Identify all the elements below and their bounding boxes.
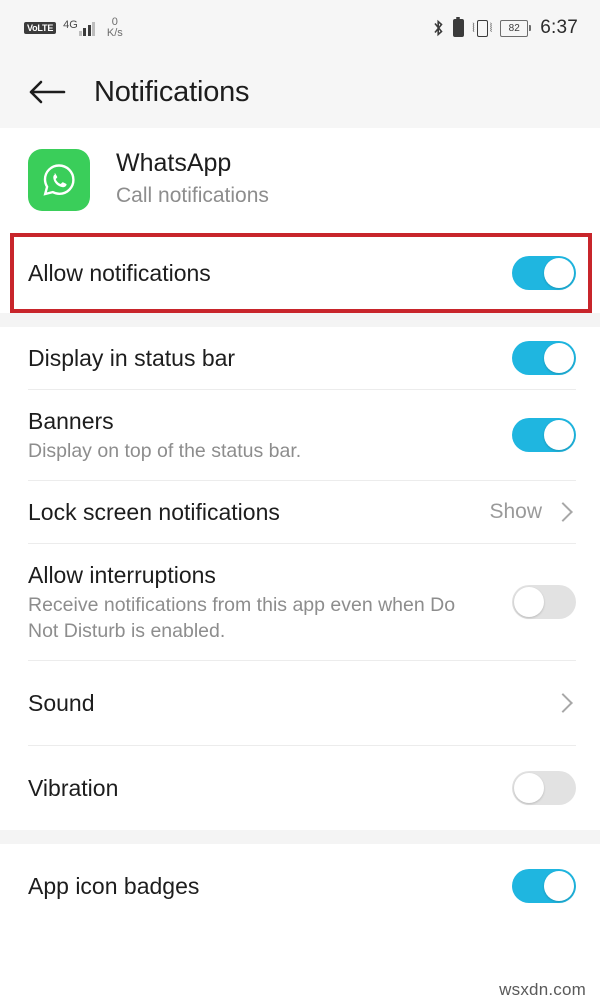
row-control: Show <box>489 500 576 524</box>
row-title: Sound <box>28 690 95 716</box>
battery-percent-label: 82 <box>500 19 532 37</box>
row-lock-screen-notifications[interactable]: Lock screen notifications Show <box>0 481 600 543</box>
row-title: Allow interruptions <box>28 562 216 588</box>
battery-solid-icon <box>453 17 465 37</box>
toggle-display-in-status-bar[interactable] <box>512 341 576 375</box>
row-subtitle: Receive notifications from this app even… <box>28 594 456 642</box>
app-channel-label: Call notifications <box>116 184 269 207</box>
app-header: WhatsApp Call notifications <box>0 128 600 233</box>
toggle-app-icon-badges[interactable] <box>512 869 576 903</box>
status-bar-clock: 6:37 <box>540 17 578 38</box>
row-title: Allow notifications <box>28 260 211 286</box>
toggle-banners[interactable] <box>512 418 576 452</box>
row-subtitle: Display on top of the status bar. <box>28 440 302 462</box>
volte-badge: VoLTE <box>24 22 57 34</box>
row-title: Vibration <box>28 775 119 801</box>
page-title: Notifications <box>94 75 250 108</box>
highlight-wrapper: Allow notifications <box>0 233 600 313</box>
row-app-icon-badges[interactable]: App icon badges <box>0 844 600 928</box>
app-bar: Notifications <box>0 56 600 128</box>
signal-bars-icon <box>78 21 97 36</box>
row-allow-notifications[interactable]: Allow notifications <box>0 233 600 313</box>
network-signal-group: 4G <box>63 20 97 36</box>
row-text: Display in status bar <box>28 327 235 389</box>
toggle-vibration[interactable] <box>512 771 576 805</box>
row-text: Allow interruptions Receive notification… <box>28 544 468 660</box>
chevron-right-icon <box>553 693 573 713</box>
row-text: Vibration <box>28 757 118 819</box>
status-bar-right: ⦚ ⦚ 82 6:37 <box>424 17 578 39</box>
data-rate-indicator: 0 K/s <box>107 17 123 39</box>
row-title: Display in status bar <box>28 345 236 371</box>
vibrate-icon: ⦚ ⦚ <box>472 19 493 37</box>
settings-section-main: Display in status bar Banners Display on… <box>0 327 600 830</box>
row-title: Banners <box>28 408 114 434</box>
battery-percent-badge: 82 <box>500 19 532 37</box>
status-bar: VoLTE 4G 0 K/s ⦚ ⦚ 82 6:37 <box>0 0 600 56</box>
section-divider-1 <box>0 313 600 327</box>
row-text: Sound <box>28 672 95 734</box>
row-control <box>512 771 576 805</box>
network-generation-label: 4G <box>63 19 78 31</box>
row-control <box>512 256 576 290</box>
row-control <box>512 585 576 619</box>
row-text: Banners Display on top of the status bar… <box>28 390 301 480</box>
row-banners[interactable]: Banners Display on top of the status bar… <box>0 390 600 480</box>
row-control <box>512 418 576 452</box>
toggle-allow-interruptions[interactable] <box>512 585 576 619</box>
row-text: App icon badges <box>28 855 199 917</box>
row-sound[interactable]: Sound <box>0 661 600 745</box>
back-arrow-icon[interactable] <box>26 71 68 113</box>
settings-section-primary: Allow notifications <box>0 233 600 313</box>
row-allow-interruptions[interactable]: Allow interruptions Receive notification… <box>0 544 600 660</box>
row-text: Allow notifications <box>28 242 211 304</box>
row-control <box>512 341 576 375</box>
toggle-allow-notifications[interactable] <box>512 256 576 290</box>
row-display-in-status-bar[interactable]: Display in status bar <box>0 327 600 389</box>
data-rate-unit: K/s <box>106 27 123 39</box>
row-value-lock-screen: Show <box>489 500 542 523</box>
app-meta: WhatsApp Call notifications <box>116 148 269 211</box>
app-name: WhatsApp <box>116 149 232 177</box>
section-divider-2 <box>0 830 600 844</box>
watermark: wsxdn.com <box>499 980 586 999</box>
row-control <box>553 693 576 713</box>
whatsapp-icon <box>28 148 90 211</box>
status-bar-left: VoLTE 4G 0 K/s <box>24 17 123 39</box>
row-text: Lock screen notifications <box>28 481 280 543</box>
chevron-right-icon <box>553 502 573 522</box>
bluetooth-icon <box>432 19 445 37</box>
row-control <box>512 869 576 903</box>
row-vibration[interactable]: Vibration <box>0 746 600 830</box>
settings-section-badges: App icon badges <box>0 844 600 928</box>
row-title: Lock screen notifications <box>28 499 280 525</box>
row-title: App icon badges <box>28 873 200 899</box>
